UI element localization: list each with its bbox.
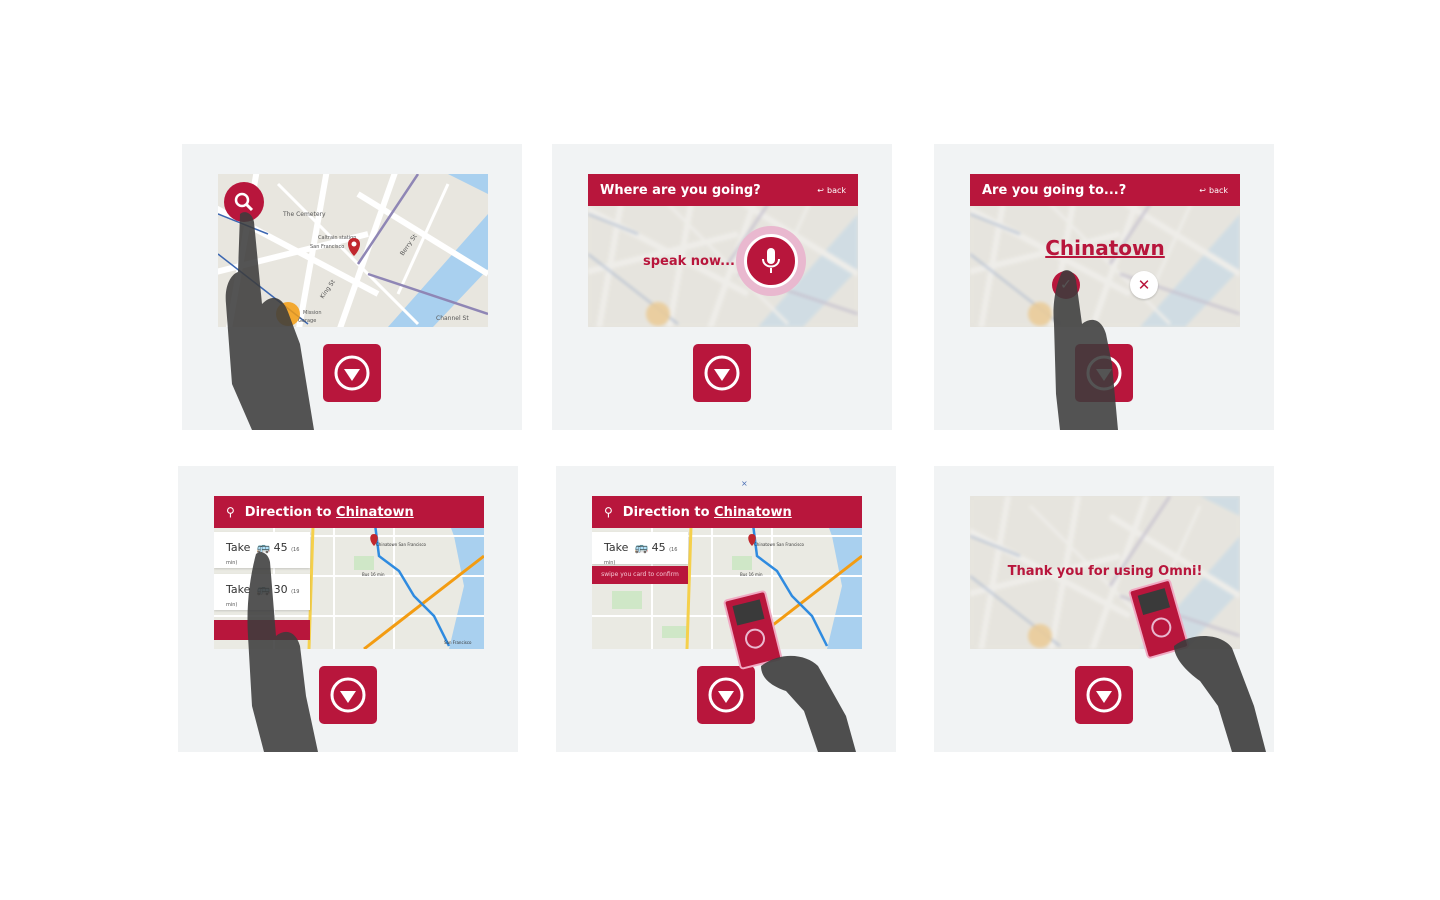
walking-icon: ⚲ bbox=[226, 505, 235, 519]
step-5-panel: × Chinatown San Francisco Bus 16 min ⚲ D… bbox=[556, 466, 896, 752]
header-prefix: Direction to bbox=[244, 504, 332, 520]
down-triangle-icon bbox=[1086, 677, 1122, 713]
step-6-panel: Thank you for using Omni! bbox=[934, 466, 1274, 752]
map-label-dest: Chinatown San Francisco bbox=[376, 542, 427, 547]
map-label-bus: Bus 16 min bbox=[740, 572, 763, 577]
directions-screen: Chinatown San Francisco Bus 16 min San F… bbox=[214, 496, 484, 649]
header-bar: Are you going to...? ↩ back bbox=[970, 174, 1240, 206]
take-label: Take bbox=[226, 583, 251, 596]
header-destination: Chinatown bbox=[714, 504, 792, 520]
map-label-dest: Chinatown San Francisco bbox=[754, 542, 805, 547]
payment-screen: Chinatown San Francisco Bus 16 min ⚲ Dir… bbox=[592, 496, 862, 649]
search-icon bbox=[234, 192, 254, 212]
microphone-button[interactable] bbox=[736, 226, 806, 296]
swipe-confirm-bar: swipe you card to confirm bbox=[592, 566, 688, 584]
map-label-sf: San Francisco bbox=[444, 640, 472, 645]
cancel-button[interactable]: ✕ bbox=[1130, 271, 1158, 299]
map-label-sf: San Francisco bbox=[310, 244, 344, 250]
back-button[interactable]: ↩ back bbox=[1199, 186, 1228, 195]
header-bar: ⚲ Direction to Chinatown bbox=[214, 496, 484, 528]
header-destination: Chinatown bbox=[336, 504, 414, 520]
back-arrow-icon: ↩ bbox=[1199, 185, 1206, 195]
map-label-mission: Mission bbox=[303, 310, 322, 316]
down-triangle-icon bbox=[1086, 355, 1122, 391]
down-button[interactable] bbox=[1075, 344, 1133, 402]
map-label-channel: Channel St bbox=[436, 315, 469, 322]
speak-prompt: speak now... bbox=[643, 254, 735, 269]
map-label-garage: Garage bbox=[298, 318, 316, 324]
map-label-cemetery: The Cemetery bbox=[282, 211, 326, 218]
take-label: Take bbox=[226, 541, 251, 554]
confirm-button[interactable]: ✓ bbox=[1052, 271, 1080, 299]
header-title: Where are you going? bbox=[600, 182, 761, 198]
bus-icon: 🚌 bbox=[634, 541, 649, 554]
back-button[interactable]: ↩ back bbox=[817, 186, 846, 195]
map-screen: The Cemetery Caltrain station San Franci… bbox=[218, 174, 488, 327]
down-triangle-icon bbox=[704, 355, 740, 391]
back-label: back bbox=[826, 185, 846, 195]
down-button[interactable] bbox=[693, 344, 751, 402]
voice-screen: Where are you going? ↩ back speak now... bbox=[588, 174, 858, 327]
microphone-icon bbox=[762, 248, 780, 273]
header-title: Are you going to...? bbox=[982, 182, 1127, 198]
step-4-panel: Chinatown San Francisco Bus 16 min San F… bbox=[178, 466, 518, 752]
confirm-bar bbox=[214, 620, 310, 640]
close-icon[interactable]: × bbox=[741, 479, 748, 488]
down-button[interactable] bbox=[697, 666, 755, 724]
thank-you-screen: Thank you for using Omni! bbox=[970, 496, 1240, 649]
route-number: 45 bbox=[651, 541, 666, 554]
step-3-panel: Are you going to...? ↩ back Chinatown ✓ ✕ bbox=[934, 144, 1274, 430]
down-triangle-icon bbox=[708, 677, 744, 713]
destination-name: Chinatown bbox=[1045, 236, 1165, 260]
route-number: 45 bbox=[273, 541, 288, 554]
step-2-panel: Where are you going? ↩ back speak now... bbox=[552, 144, 892, 430]
header-prefix: Direction to bbox=[622, 504, 710, 520]
bus-icon: 🚌 bbox=[256, 583, 271, 596]
down-button[interactable] bbox=[323, 344, 381, 402]
step-1-panel: The Cemetery Caltrain station San Franci… bbox=[182, 144, 522, 430]
route-option[interactable]: Take 🚌 30 (19 min) bbox=[214, 574, 310, 610]
down-button[interactable] bbox=[319, 666, 377, 724]
thank-you-message: Thank you for using Omni! bbox=[1007, 564, 1203, 579]
back-label: back bbox=[1208, 185, 1228, 195]
confirm-destination-screen: Are you going to...? ↩ back Chinatown ✓ ✕ bbox=[970, 174, 1240, 327]
search-button[interactable] bbox=[224, 182, 264, 222]
take-label: Take bbox=[604, 541, 629, 554]
down-triangle-icon bbox=[334, 355, 370, 391]
down-button[interactable] bbox=[1075, 666, 1133, 724]
bus-icon: 🚌 bbox=[256, 541, 271, 554]
back-arrow-icon: ↩ bbox=[817, 185, 824, 195]
down-triangle-icon bbox=[330, 677, 366, 713]
route-number: 30 bbox=[273, 583, 288, 596]
map-label-bus: Bus 16 min bbox=[362, 572, 385, 577]
route-option[interactable]: Take 🚌 45 (16 min) bbox=[214, 532, 310, 568]
header-bar: Where are you going? ↩ back bbox=[588, 174, 858, 206]
route-option[interactable]: Take 🚌 45 (16 min) bbox=[592, 532, 688, 566]
header-bar: ⚲ Direction to Chinatown bbox=[592, 496, 862, 528]
walking-icon: ⚲ bbox=[604, 505, 613, 519]
